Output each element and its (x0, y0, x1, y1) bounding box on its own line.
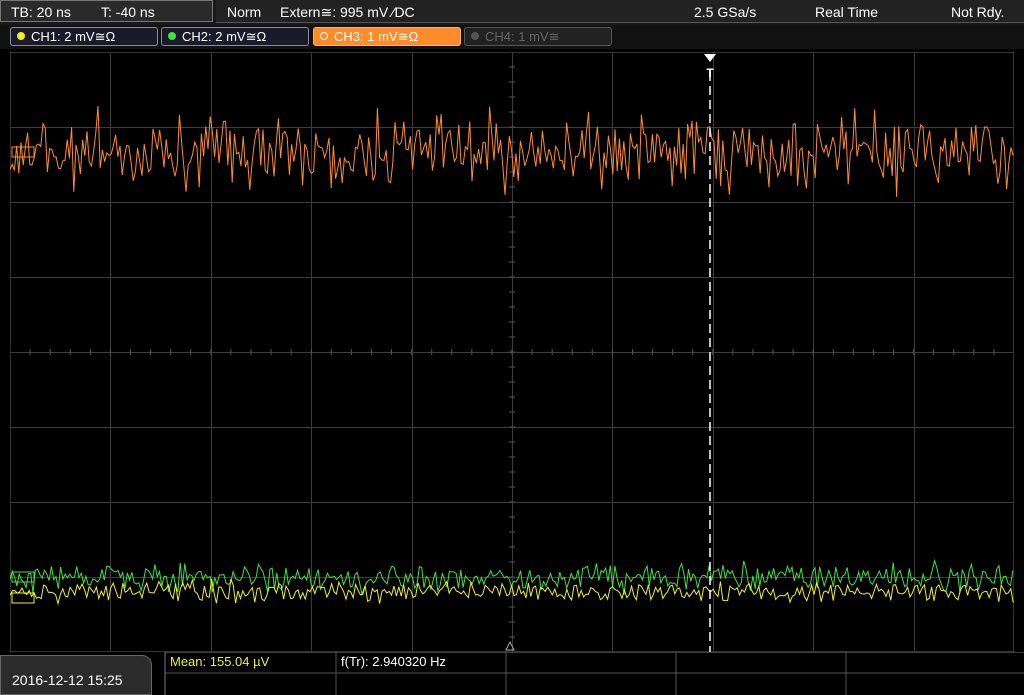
trigger-label: T (706, 66, 714, 80)
measurement-grid (164, 652, 1024, 695)
channel-tab-ch2[interactable]: CH2: 2 mV≅Ω (161, 27, 309, 46)
trigger-time-readout[interactable]: T: -40 ns (101, 0, 155, 24)
status-bar: TB: 20 ns T: -40 ns Norm Extern≅: 995 mV… (0, 0, 1024, 25)
ch3-indicator-icon (320, 32, 328, 40)
ch2-indicator-icon (168, 32, 176, 40)
trigger-mode[interactable]: Norm (227, 0, 261, 24)
trigger-source[interactable]: Extern≅: 995 mV ⁄DC (280, 0, 415, 24)
channel-tab-ch4[interactable]: CH4: 1 mV≅ (464, 27, 612, 46)
acquisition-mode[interactable]: Real Time (815, 0, 878, 24)
channel-tab-ch3[interactable]: CH3: 1 mV≅Ω (313, 27, 461, 46)
trigger-frequency[interactable]: f(Tr): 2.940320 Hz (341, 652, 446, 672)
waveform-display[interactable]: T (10, 52, 1014, 652)
channel-row: CH1: 2 mV≅Ω CH2: 2 mV≅Ω CH3: 1 mV≅Ω CH4:… (0, 25, 1024, 49)
ch4-indicator-icon (471, 32, 479, 40)
channel-tab-ch1[interactable]: CH1: 2 mV≅Ω (10, 27, 158, 46)
channel-label: CH1: 2 mV≅Ω (31, 29, 116, 44)
measurement-bar (0, 652, 1024, 695)
timebase-readout[interactable]: TB: 20 ns (11, 0, 71, 24)
ch1-indicator-icon (17, 32, 25, 40)
channel-label: CH4: 1 mV≅ (485, 29, 560, 44)
channel-label: CH3: 1 mV≅Ω (334, 29, 419, 44)
mean-measurement[interactable]: Mean: 155.04 µV (170, 652, 269, 672)
sample-rate: 2.5 GSa/s (694, 4, 757, 20)
acquisition-state: Not Rdy. (951, 4, 1005, 20)
channel-label: CH2: 2 mV≅Ω (182, 29, 267, 44)
date-time: 2016-12-12 15:25 (12, 672, 123, 688)
